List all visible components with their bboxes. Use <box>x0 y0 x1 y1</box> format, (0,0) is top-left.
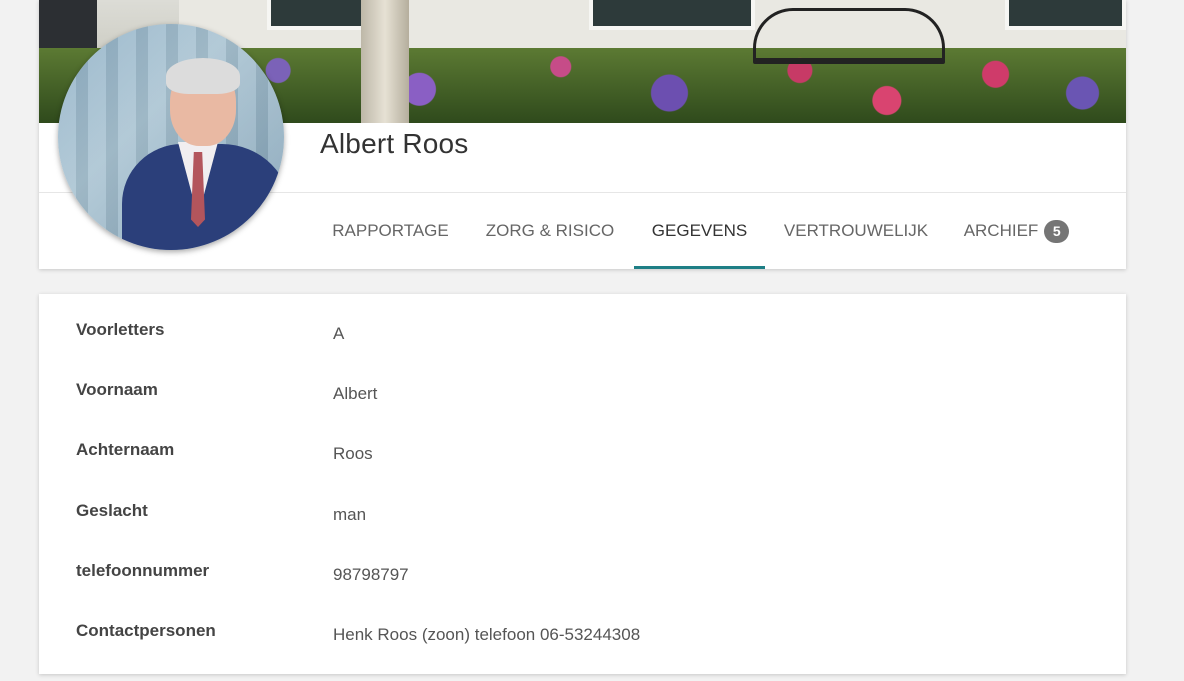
detail-row-geslacht: Geslacht man <box>39 501 1126 561</box>
cover-pillar <box>361 0 409 123</box>
detail-row-telefoonnummer: telefoonnummer 98798797 <box>39 561 1126 621</box>
detail-row-voornaam: Voornaam Albert <box>39 380 1126 440</box>
detail-value: A <box>333 324 345 343</box>
tab-zorg-risico[interactable]: ZORG & RISICO <box>467 193 633 269</box>
tab-label: ZORG & RISICO <box>485 221 615 240</box>
detail-label: Achternaam <box>76 440 175 459</box>
details-card: Voorletters A Voornaam Albert Achternaam… <box>39 294 1126 674</box>
detail-label: Contactpersonen <box>76 621 216 640</box>
tab-archief[interactable]: ARCHIEF 5 <box>947 193 1086 269</box>
detail-label: Voorletters <box>76 320 165 339</box>
detail-value: Albert <box>333 384 378 403</box>
tab-label: RAPPORTAGE <box>332 221 449 240</box>
avatar-hair <box>166 58 240 94</box>
tab-label: VERTROUWELIJK <box>783 221 929 240</box>
profile-name: Albert Roos <box>320 128 469 159</box>
tab-label: GEGEVENS <box>651 221 748 240</box>
profile-avatar <box>58 24 284 250</box>
detail-value: man <box>333 505 367 524</box>
cover-bench <box>753 8 945 64</box>
detail-label: Voornaam <box>76 380 158 399</box>
detail-label: Geslacht <box>76 501 148 520</box>
cover-window <box>589 0 755 30</box>
detail-row-achternaam: Achternaam Roos <box>39 440 1126 500</box>
tab-vertrouwelijk[interactable]: VERTROUWELIJK <box>765 193 947 269</box>
tab-gegevens[interactable]: GEGEVENS <box>634 193 765 269</box>
detail-value: Henk Roos (zoon) telefoon 06-53244308 <box>333 625 641 644</box>
archief-count-badge: 5 <box>1044 219 1070 243</box>
tab-rapportage[interactable]: RAPPORTAGE <box>314 193 467 269</box>
detail-row-contactpersonen: Contactpersonen Henk Roos (zoon) telefoo… <box>39 621 1126 681</box>
detail-value: Roos <box>333 444 373 463</box>
tab-label: ARCHIEF <box>963 221 1039 240</box>
detail-value: 98798797 <box>333 565 409 584</box>
detail-row-voorletters: Voorletters A <box>39 320 1126 380</box>
detail-label: telefoonnummer <box>76 561 210 580</box>
cover-window <box>1005 0 1126 30</box>
